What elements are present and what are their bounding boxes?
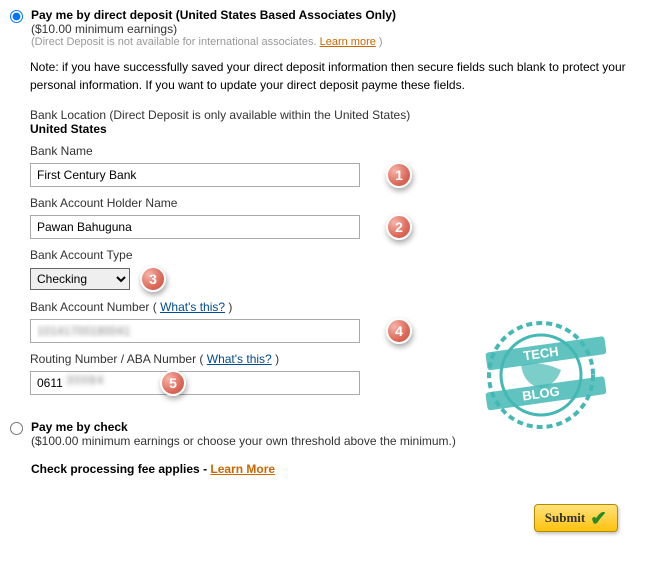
checkmark-icon: ✔ <box>590 509 607 529</box>
bank-name-input[interactable] <box>30 163 360 187</box>
check-fee-text: Check processing fee applies - <box>31 462 210 476</box>
fineprint-text: (Direct Deposit is not available for int… <box>31 36 317 48</box>
badge-2-icon: 2 <box>386 214 412 240</box>
account-number-label-close: ) <box>225 300 232 314</box>
direct-deposit-heading: Pay me by direct deposit (United States … <box>31 8 396 22</box>
submit-button[interactable]: Submit ✔ <box>534 504 618 532</box>
learn-more-link[interactable]: Learn more <box>320 36 376 48</box>
badge-1-icon: 1 <box>386 162 412 188</box>
routing-number-label: Routing Number / ABA Number ( What's thi… <box>30 352 636 366</box>
check-subheading: ($100.00 minimum earnings or choose your… <box>31 434 456 448</box>
whats-this-routing-link[interactable]: What's this? <box>207 352 272 366</box>
account-number-label-text: Bank Account Number ( <box>30 300 160 314</box>
routing-label-text: Routing Number / ABA Number ( <box>30 352 207 366</box>
badge-5-icon: 5 <box>160 370 186 396</box>
radio-direct-deposit[interactable] <box>10 10 23 23</box>
account-number-input[interactable] <box>30 319 360 343</box>
routing-blur-text: 30084 <box>66 373 104 387</box>
check-learn-more-link[interactable]: Learn More <box>210 462 275 476</box>
badge-4-icon: 4 <box>386 318 412 344</box>
submit-label: Submit <box>545 510 585 526</box>
direct-deposit-subheading: ($10.00 minimum earnings) <box>31 22 396 36</box>
secure-note: Note: if you have successfully saved you… <box>30 58 636 94</box>
holder-name-input[interactable] <box>30 215 360 239</box>
fineprint-close: ) <box>376 36 383 48</box>
holder-name-label: Bank Account Holder Name <box>30 196 636 210</box>
account-type-label: Bank Account Type <box>30 248 636 262</box>
bank-name-label: Bank Name <box>30 144 636 158</box>
badge-3-icon: 3 <box>140 266 166 292</box>
account-type-select[interactable]: Checking <box>30 268 130 290</box>
account-number-label: Bank Account Number ( What's this? ) <box>30 300 636 314</box>
radio-check[interactable] <box>10 422 23 435</box>
check-heading: Pay me by check <box>31 420 456 434</box>
direct-deposit-fineprint: (Direct Deposit is not available for int… <box>31 36 396 48</box>
bank-location-value: United States <box>30 122 636 136</box>
bank-location-label: Bank Location (Direct Deposit is only av… <box>30 108 636 122</box>
whats-this-account-link[interactable]: What's this? <box>160 300 225 314</box>
routing-label-close: ) <box>272 352 279 366</box>
